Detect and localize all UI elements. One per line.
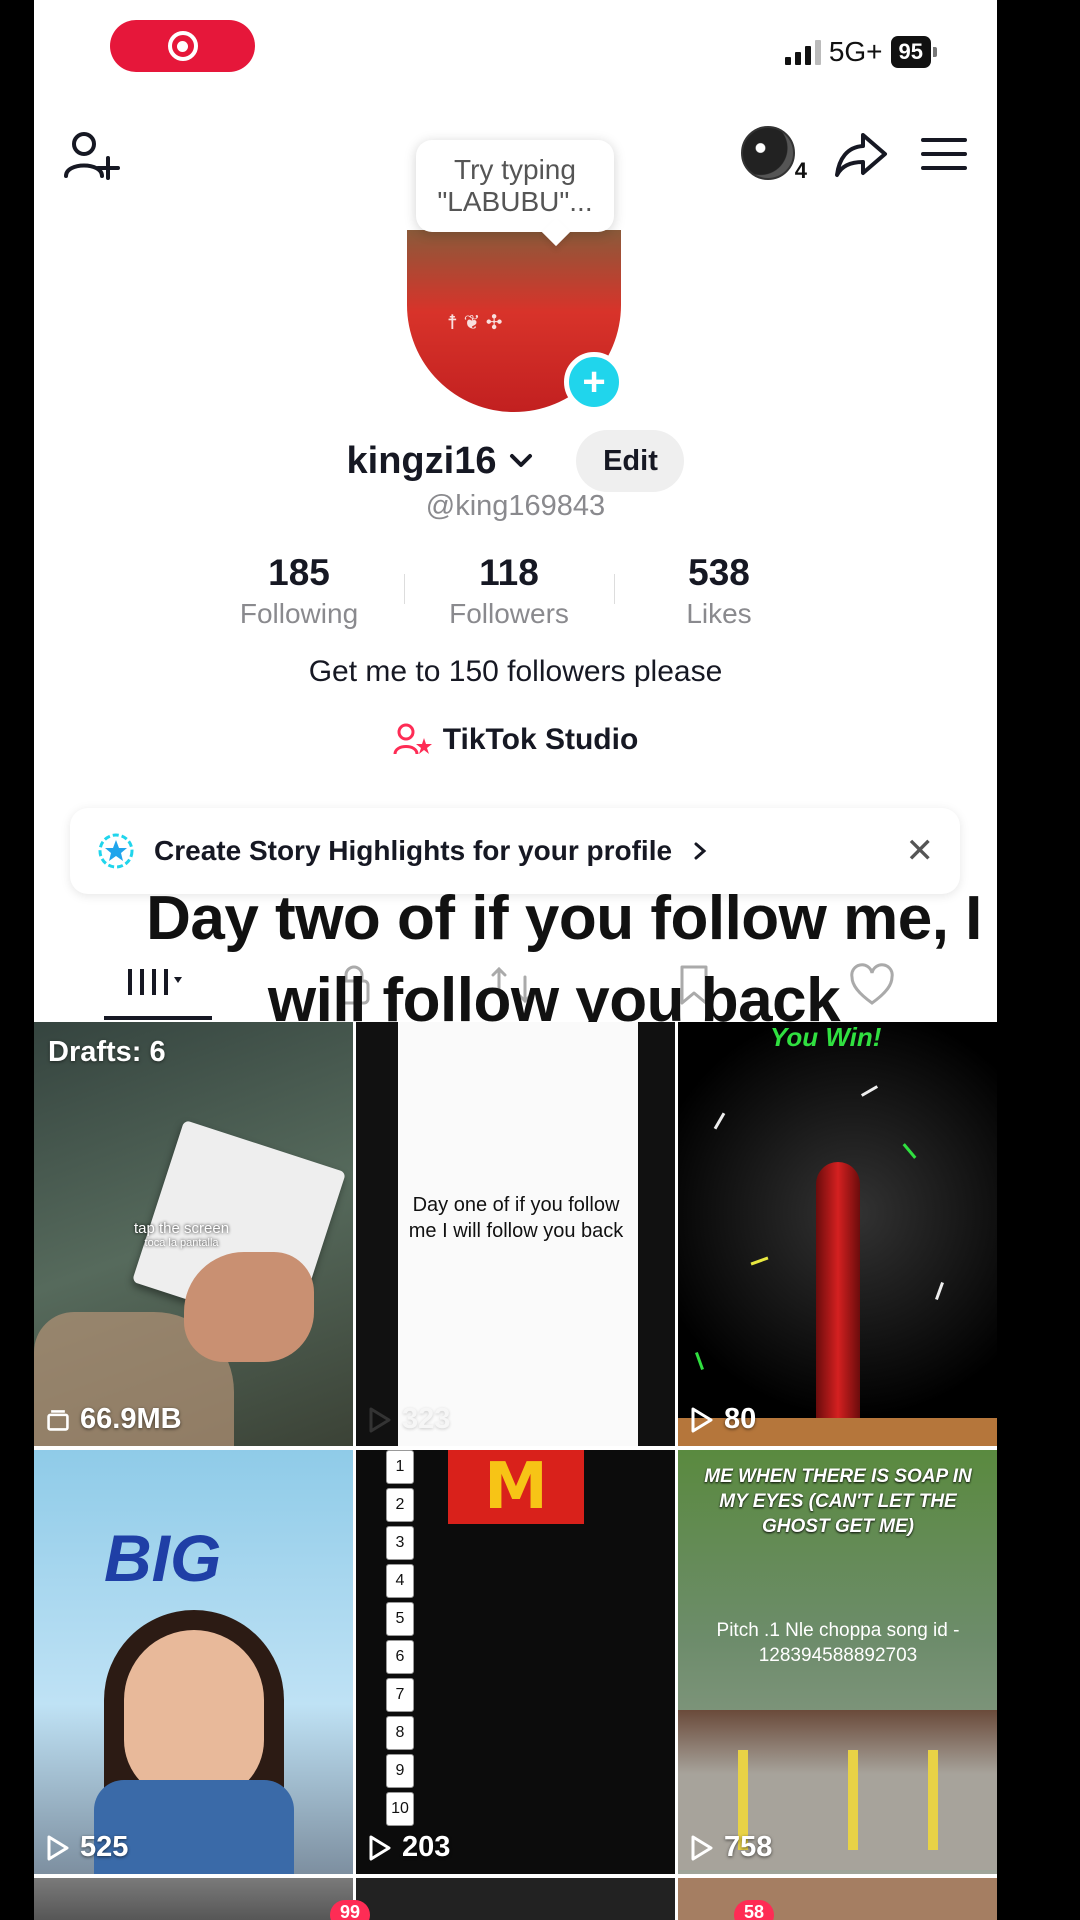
profile-badge: 58 xyxy=(734,1900,775,1920)
meta-value: 758 xyxy=(724,1831,773,1863)
video-thumbnail[interactable]: BIG 525 xyxy=(34,1450,353,1874)
thumbnail-caption: Day one of if you follow me I will follo… xyxy=(408,1194,624,1242)
thumbnail-caption: You Win! xyxy=(770,1022,882,1052)
meta-value: 80 xyxy=(724,1403,757,1435)
profile-stats: 185 Following 118 Followers 538 Likes xyxy=(194,552,824,630)
edit-profile-button[interactable]: Edit xyxy=(576,430,685,492)
thumbnail-caption: tap the screen toca la pantalla xyxy=(134,1220,229,1249)
meta-value: 323 xyxy=(402,1403,451,1435)
play-icon xyxy=(691,1835,713,1860)
username[interactable]: kingzi16 xyxy=(347,440,497,483)
chevron-right-icon xyxy=(694,842,707,860)
video-thumbnail[interactable]: 1 2 3 4 5 6 7 8 9 10 M 203 xyxy=(356,1450,675,1874)
view-count: 758 xyxy=(690,1831,772,1864)
chevron-down-icon[interactable] xyxy=(506,446,536,476)
battery-level: 95 xyxy=(890,36,931,68)
view-count: 323 xyxy=(368,1403,450,1436)
close-icon[interactable]: ✕ xyxy=(906,831,935,871)
draft-size: 66.9MB xyxy=(46,1403,182,1436)
thumbnail-caption: BIG xyxy=(104,1521,222,1595)
storage-icon xyxy=(47,1409,69,1431)
share-icon[interactable] xyxy=(833,129,889,184)
record-icon xyxy=(167,31,198,61)
inbox-badge: 99 xyxy=(330,1900,371,1920)
stat-label: Likes xyxy=(686,598,752,629)
thumb-text-1: tap the screen xyxy=(134,1220,230,1237)
studio-icon xyxy=(393,723,432,755)
banner-text: Create Story Highlights for your profile xyxy=(154,835,673,866)
play-icon xyxy=(47,1835,69,1860)
drafts-label: Drafts: 6 xyxy=(48,1036,166,1068)
add-story-plus-icon[interactable]: + xyxy=(564,352,624,412)
tiktok-studio-link[interactable]: TikTok Studio xyxy=(34,722,997,758)
account-notification-count: 4 xyxy=(794,158,807,183)
username-row: kingzi16 Edit xyxy=(34,430,997,492)
video-thumbnail[interactable] xyxy=(678,1878,997,1920)
meta-value: 525 xyxy=(80,1831,129,1863)
play-icon xyxy=(369,1835,391,1860)
status-bar: 5G+ 95 xyxy=(784,36,937,68)
stat-value: 118 xyxy=(479,552,539,593)
stat-likes[interactable]: 538 Likes xyxy=(614,552,824,630)
video-thumbnail-drafts[interactable]: tap the screen toca la pantalla Drafts: … xyxy=(34,1022,353,1446)
profile-bio: Get me to 150 followers please xyxy=(308,655,723,688)
stat-value: 538 xyxy=(688,552,750,593)
stat-label: Followers xyxy=(449,598,569,629)
screen-recording-indicator[interactable] xyxy=(110,20,255,72)
video-overlay-caption: Day two of if you follow me, I will foll… xyxy=(84,878,997,1042)
video-thumbnail[interactable]: You Win! 80 xyxy=(678,1022,997,1446)
number-list: 1 2 3 4 5 6 7 8 9 10 xyxy=(386,1450,414,1830)
header-actions: 4 xyxy=(741,126,967,186)
stat-label: Following xyxy=(239,598,359,629)
studio-label: TikTok Studio xyxy=(442,723,639,756)
user-handle: @king169843 xyxy=(425,490,606,522)
menu-icon[interactable] xyxy=(921,134,967,179)
thumbnail-caption: ME WHEN THERE IS SOAP IN MY EYES (CAN'T … xyxy=(704,1466,972,1537)
video-thumbnail[interactable] xyxy=(356,1878,675,1920)
network-type: 5G+ xyxy=(828,36,883,67)
view-count: 525 xyxy=(46,1831,128,1864)
view-count: 203 xyxy=(368,1831,450,1864)
search-suggestion-tooltip[interactable]: Try typing "LABUBU"... xyxy=(416,140,614,232)
view-count: 80 xyxy=(690,1403,756,1436)
video-thumbnail[interactable] xyxy=(34,1878,353,1920)
cellular-signal-icon xyxy=(784,39,821,65)
highlight-star-icon xyxy=(98,833,134,869)
video-thumbnail[interactable]: ME WHEN THERE IS SOAP IN MY EYES (CAN'T … xyxy=(678,1450,997,1874)
caption-line-1: Day two of if you follow me, I xyxy=(146,884,982,953)
video-thumbnail[interactable]: Day one of if you follow me I will follo… xyxy=(356,1022,675,1446)
thumbnail-subcaption: Pitch .1 Nle choppa song id - 1283945888… xyxy=(716,1620,960,1666)
meta-value: 66.9MB xyxy=(80,1403,182,1435)
profile-screen: 5G+ 95 4 ☨ ❦ ✣ Try typing "LABUBU"... + … xyxy=(34,0,997,1920)
stat-value: 185 xyxy=(268,552,330,593)
play-icon xyxy=(369,1407,391,1432)
play-icon xyxy=(691,1407,713,1432)
stat-followers[interactable]: 118 Followers xyxy=(404,552,614,630)
battery-tip xyxy=(933,47,937,57)
add-friend-icon[interactable] xyxy=(62,128,122,188)
meta-value: 203 xyxy=(402,1831,451,1863)
mcdonalds-logo: M xyxy=(448,1450,584,1524)
account-switcher-avatar[interactable]: 4 xyxy=(741,126,807,186)
thumb-text-2: toca la pantalla xyxy=(144,1237,219,1249)
stat-following[interactable]: 185 Following xyxy=(194,552,404,630)
